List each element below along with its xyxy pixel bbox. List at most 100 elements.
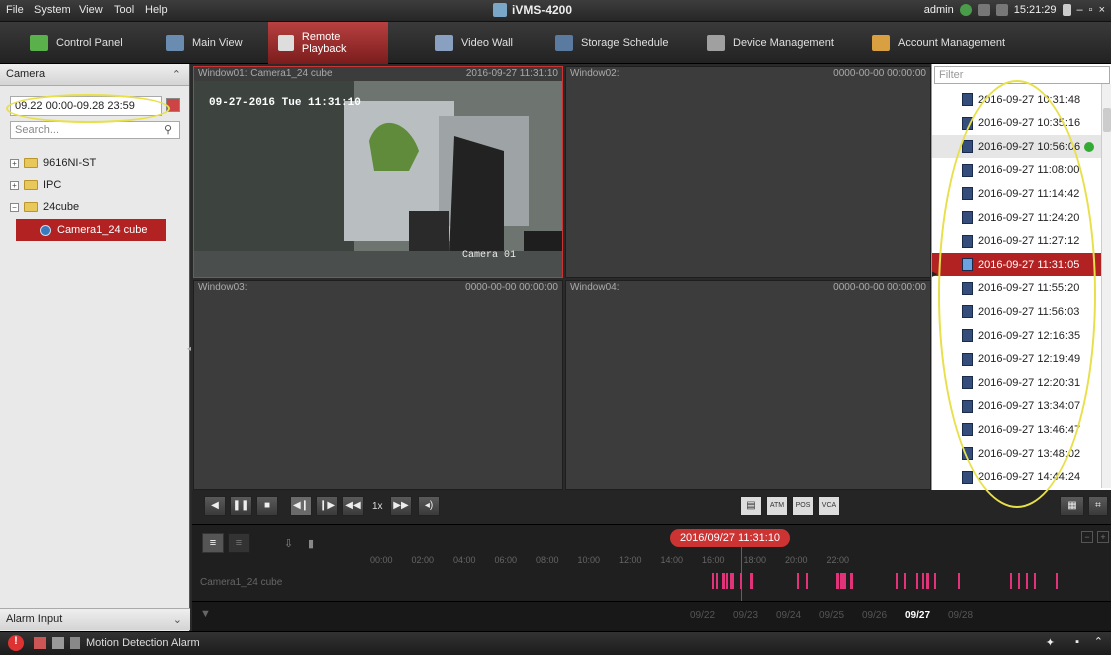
tree-node-9616ni-st[interactable]: + 9616NI-ST: [0, 152, 190, 174]
account-management-icon: [872, 35, 890, 51]
tab-device-management[interactable]: Device Management: [697, 22, 844, 64]
timeline-expand-icon[interactable]: ≡: [228, 533, 250, 553]
window-time: 2016-09-27 11:31:10: [465, 68, 558, 79]
recording-segment: [850, 573, 853, 589]
tab-label: Control Panel: [56, 37, 123, 49]
pause-icon[interactable]: ❚❚: [230, 496, 252, 516]
minimize-icon[interactable]: –: [1077, 4, 1083, 16]
window-time: 0000-00-00 00:00:00: [833, 68, 926, 79]
file-list-scrollbar[interactable]: [1101, 84, 1111, 488]
alarm-sound-icon[interactable]: [34, 637, 46, 649]
alarm-list-icon[interactable]: [52, 637, 64, 649]
expand-icon[interactable]: +: [10, 158, 19, 168]
search-input[interactable]: Search...: [10, 121, 180, 139]
chevron-down-icon[interactable]: ⌄: [173, 613, 182, 626]
video-file-icon: [962, 470, 973, 484]
lock-icon[interactable]: [1062, 4, 1071, 16]
playback-controls: ◀ ❚❚ ■ ◀❙ ❙▶ ◀◀ 1x ▶▶ ◂) ▤ ATM POS VCA: [192, 490, 930, 524]
main-view-icon: [166, 35, 184, 51]
search-icon[interactable]: ⚲: [164, 123, 172, 136]
speaker-icon[interactable]: [70, 637, 80, 649]
single-frame-icon[interactable]: ❙▶: [316, 496, 338, 516]
download-icon[interactable]: ⇩: [284, 537, 293, 550]
tab-main-view[interactable]: Main View: [156, 22, 253, 64]
tree-label: IPC: [43, 179, 62, 191]
window-time: 0000-00-00 00:00:00: [833, 282, 926, 293]
vca-search-icon[interactable]: VCA: [818, 496, 840, 516]
video-osd-camera-label: Camera 01: [462, 250, 517, 261]
fast-icon[interactable]: ▶▶: [390, 496, 412, 516]
tab-control-panel[interactable]: Control Panel: [20, 22, 133, 64]
tab-label: Account Management: [898, 37, 1006, 49]
stop-icon[interactable]: ■: [256, 496, 278, 516]
atm-search-icon[interactable]: ATM: [766, 496, 788, 516]
menu-help[interactable]: Help: [145, 4, 168, 16]
zoom-in-icon[interactable]: +: [1097, 531, 1109, 543]
hour-tick: 10:00: [577, 555, 601, 565]
video-window-1[interactable]: Window01: Camera1_24 cube 2016-09-27 11:…: [193, 66, 563, 278]
pin-icon[interactable]: ✦: [1046, 636, 1055, 649]
tree-node-camera1[interactable]: Camera1_24 cube: [16, 219, 166, 241]
filter-icon[interactable]: ▼: [200, 608, 211, 620]
window-layout-icon[interactable]: ▦: [1060, 496, 1084, 516]
reverse-frame-icon[interactable]: ◀❙: [290, 496, 312, 516]
video-window-4[interactable]: Window04: 0000-00-00 00:00:00: [565, 280, 931, 490]
date-item[interactable]: 09/28: [948, 610, 973, 621]
restore-icon[interactable]: ▪: [1075, 636, 1079, 648]
video-window-2[interactable]: Window02: 0000-00-00 00:00:00: [565, 66, 931, 278]
menu-system[interactable]: System: [34, 4, 71, 16]
scroll-thumb[interactable]: [1103, 108, 1111, 132]
date-current[interactable]: 09/27: [905, 610, 930, 621]
date-item[interactable]: 09/22: [690, 610, 715, 621]
recording-segment: [958, 573, 960, 589]
recording-segment: [896, 573, 898, 589]
cpu-icon: [977, 4, 990, 16]
zoom-out-icon[interactable]: −: [1081, 531, 1093, 543]
recording-segment: [1026, 573, 1028, 589]
recording-segments: [712, 573, 1058, 589]
event-search-icon[interactable]: ▤: [740, 496, 762, 516]
date-item[interactable]: 09/25: [819, 610, 844, 621]
tab-video-wall[interactable]: Video Wall: [425, 22, 523, 64]
recording-segment: [730, 573, 734, 589]
window-time: 0000-00-00 00:00:00: [465, 282, 558, 293]
date-item[interactable]: 09/23: [733, 610, 758, 621]
timeline-mode-icon[interactable]: ≡: [202, 533, 224, 553]
stop-reverse-icon[interactable]: ◀: [204, 496, 226, 516]
play-icon[interactable]: [1084, 141, 1095, 152]
menu-view[interactable]: View: [79, 4, 103, 16]
collapse-icon[interactable]: −: [10, 202, 19, 212]
menu-tool[interactable]: Tool: [114, 4, 134, 16]
hour-tick: 18:00: [743, 555, 767, 565]
expand-up-icon[interactable]: ⌃: [1094, 635, 1103, 648]
date-item[interactable]: 09/24: [776, 610, 801, 621]
camera-panel-header: Camera ⌃: [0, 64, 189, 86]
tree-label: Camera1_24 cube: [57, 224, 148, 236]
alarm-icon[interactable]: !: [8, 635, 24, 651]
hour-tick: 08:00: [536, 555, 559, 565]
playback-timeline[interactable]: ≡ ≡ ⇩ ▮ 2016/09/27 11:31:10 00:00 02:00 04…: [192, 524, 1111, 632]
window-title: Window03:: [198, 282, 248, 293]
alarm-input-header[interactable]: Alarm Input ⌄: [0, 608, 190, 630]
video-window-3[interactable]: Window03: 0000-00-00 00:00:00: [193, 280, 563, 490]
maximize-icon[interactable]: ▫: [1089, 4, 1093, 16]
bookmark-icon[interactable]: ▮: [308, 537, 314, 550]
date-strip: ▼ 09/22 09/23 09/24 09/25 09/26 09/27 09/28: [192, 601, 1111, 632]
collapse-up-icon[interactable]: ⌃: [172, 68, 181, 81]
tab-account-management[interactable]: Account Management: [862, 22, 1015, 64]
menu-file[interactable]: File: [6, 4, 24, 16]
tree-node-ipc[interactable]: + IPC: [0, 174, 190, 196]
volume-icon[interactable]: ◂): [418, 496, 440, 516]
slow-icon[interactable]: ◀◀: [342, 496, 364, 516]
tab-remote-playback[interactable]: Remote Playback: [268, 22, 388, 64]
fullscreen-icon[interactable]: ⌗: [1088, 496, 1108, 516]
expand-icon[interactable]: +: [10, 180, 19, 190]
tab-storage-schedule[interactable]: Storage Schedule: [545, 22, 678, 64]
date-item[interactable]: 09/26: [862, 610, 887, 621]
panel-toggle-icon[interactable]: ◂: [187, 344, 191, 354]
tree-node-24cube[interactable]: − 24cube: [0, 196, 190, 218]
close-icon[interactable]: ×: [1099, 4, 1105, 16]
recording-segment: [806, 573, 808, 589]
pos-search-icon[interactable]: POS: [792, 496, 814, 516]
recording-segment: [722, 573, 725, 589]
